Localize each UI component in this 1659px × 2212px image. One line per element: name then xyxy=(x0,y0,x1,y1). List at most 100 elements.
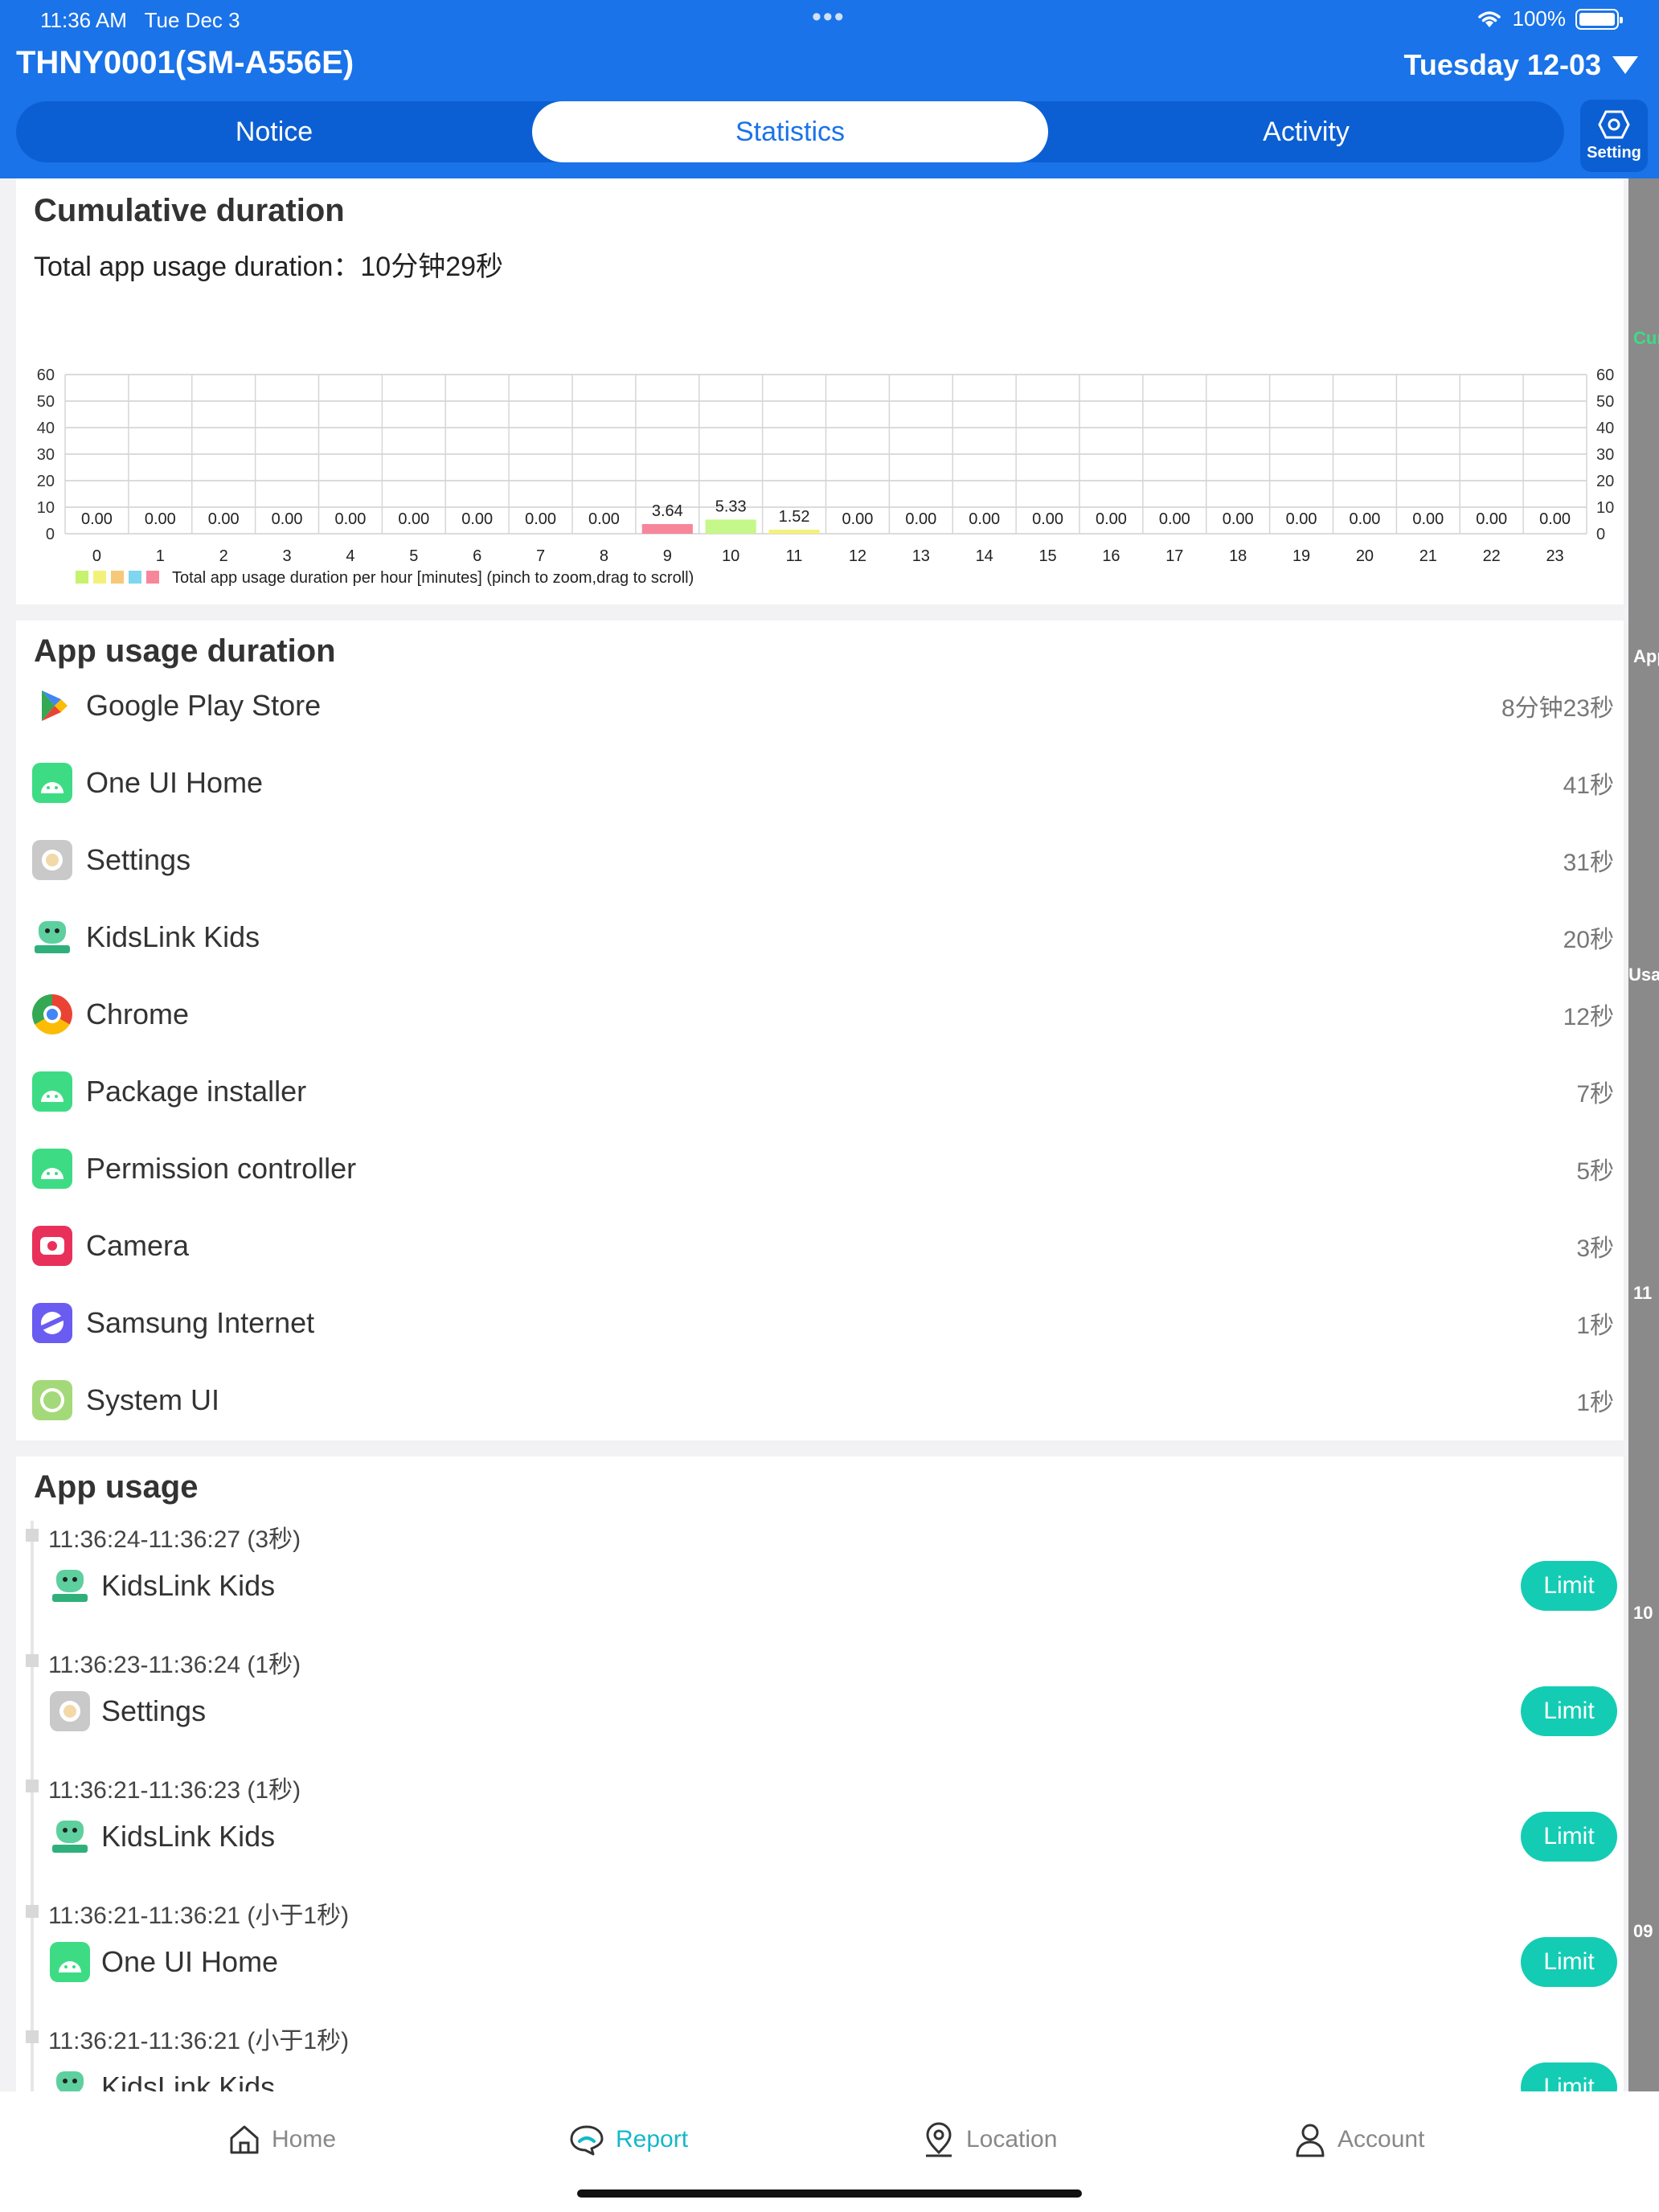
usage-app-name: Settings xyxy=(101,1694,207,1727)
chart-bar xyxy=(641,523,693,534)
bar-value-label: 0.00 xyxy=(1286,510,1317,528)
app-duration-row[interactable]: Chrome 12秒 xyxy=(16,976,1624,1053)
limit-button[interactable]: Limit xyxy=(1521,1937,1617,1987)
y-tick-label-right: 50 xyxy=(1596,393,1614,411)
total-usage-label: Total app usage duration： xyxy=(34,252,361,282)
app-duration: 8分钟23秒 xyxy=(1501,695,1614,722)
timeline-dot xyxy=(26,2030,39,2043)
usage-app-name: KidsLink Kids xyxy=(101,1569,276,1602)
x-tick-label: 1 xyxy=(156,547,165,565)
tab-statistics[interactable]: Statistics xyxy=(532,101,1048,162)
limit-button[interactable]: Limit xyxy=(1521,1561,1617,1611)
app-name: One UI Home xyxy=(86,766,264,799)
app-duration-row[interactable]: One UI Home 41秒 xyxy=(16,744,1624,821)
x-tick-label: 17 xyxy=(1165,547,1183,565)
usage-time-range: 11:36:21-11:36:21 (小于1秒) xyxy=(48,1903,350,1929)
device-title[interactable]: THNY0001(SM-A556E) xyxy=(16,45,354,81)
limit-button[interactable]: Limit xyxy=(1521,1686,1617,1736)
side-scroll-strip[interactable]: Cum App Usag 11 10 09 xyxy=(1628,178,1659,2091)
app-duration-row[interactable]: Permission controller 5秒 xyxy=(16,1130,1624,1207)
kidslink-icon xyxy=(32,917,72,957)
app-duration-row[interactable]: Camera 3秒 xyxy=(16,1207,1624,1284)
bottom-navigation: Home Report Location Account xyxy=(0,2091,1659,2212)
usage-app-name: One UI Home xyxy=(101,1945,279,1978)
nav-account[interactable]: Account xyxy=(1294,2116,1424,2164)
bar-value-label: 0.00 xyxy=(81,510,113,528)
bar-value-label: 0.00 xyxy=(1349,510,1380,528)
y-tick-label-left: 50 xyxy=(37,393,55,411)
nav-location-label: Location xyxy=(966,2126,1058,2153)
legend-swatch xyxy=(76,571,88,584)
app-duration: 1秒 xyxy=(1576,1313,1614,1339)
bar-value-label: 0.00 xyxy=(1223,510,1254,528)
y-tick-label-right: 30 xyxy=(1596,446,1614,464)
account-icon xyxy=(1296,2124,1325,2157)
nav-report-label: Report xyxy=(616,2126,689,2153)
bar-value-label: 0.00 xyxy=(334,510,366,528)
chart-bar xyxy=(705,519,756,534)
battery-percent: 100% xyxy=(1512,6,1567,31)
legend-text: Total app usage duration per hour [minut… xyxy=(172,569,694,587)
strip-label: 10 xyxy=(1633,1603,1653,1623)
limit-button[interactable]: Limit xyxy=(1521,1812,1617,1862)
x-tick-label: 19 xyxy=(1292,547,1310,565)
bar-value-label: 0.00 xyxy=(208,510,240,528)
status-indicators: 100% xyxy=(1476,6,1623,31)
nav-home[interactable]: Home xyxy=(228,2116,336,2164)
app-duration: 3秒 xyxy=(1576,1235,1614,1262)
bar-value-label: 0.00 xyxy=(588,510,620,528)
app-duration-row[interactable]: System UI 1秒 xyxy=(16,1362,1624,1439)
app-duration-row[interactable]: Package installer 7秒 xyxy=(16,1053,1624,1130)
app-duration-row[interactable]: Google Play Store 8分钟23秒 xyxy=(16,667,1624,744)
x-tick-label: 20 xyxy=(1356,547,1374,565)
app-usage-card: App usage 11:36:24-11:36:27 (3秒) KidsLink… xyxy=(16,1456,1624,2091)
y-tick-label-left: 60 xyxy=(37,367,55,384)
x-tick-label: 11 xyxy=(786,547,803,565)
timeline-line xyxy=(31,1521,34,2091)
app-duration-row[interactable]: KidsLink Kids 20秒 xyxy=(16,899,1624,976)
multitask-dots-icon[interactable]: ••• xyxy=(812,2,846,33)
status-bar: 11:36 AM Tue Dec 3 ••• 100% xyxy=(0,0,1659,40)
timeline-dot xyxy=(26,1529,39,1542)
timeline-dot xyxy=(26,1780,39,1792)
camera-icon xyxy=(32,1226,72,1266)
timeline-dot xyxy=(26,1905,39,1918)
samsung-internet-icon xyxy=(32,1303,72,1343)
cumulative-duration-card: Cumulative duration Total app usage dura… xyxy=(16,178,1624,604)
usage-time-range: 11:36:23-11:36:24 (1秒) xyxy=(48,1652,301,1678)
bar-value-label: 0.00 xyxy=(145,510,176,528)
bar-value-label: 0.00 xyxy=(1159,510,1190,528)
app-name: Chrome xyxy=(86,997,190,1030)
strip-label: 11 xyxy=(1633,1283,1653,1303)
x-tick-label: 9 xyxy=(663,547,672,565)
nav-location[interactable]: Location xyxy=(923,2116,1057,2164)
chevron-down-icon xyxy=(1612,56,1638,74)
app-duration-row[interactable]: Settings 31秒 xyxy=(16,821,1624,899)
status-date: Tue Dec 3 xyxy=(144,8,240,32)
section-title: Cumulative duration xyxy=(34,193,345,228)
settings-icon xyxy=(32,840,72,880)
section-title: App usage duration xyxy=(34,633,336,669)
kidslink-icon xyxy=(50,1817,90,1857)
x-tick-label: 23 xyxy=(1546,547,1563,565)
tab-notice[interactable]: Notice xyxy=(16,101,532,162)
usage-app-name: KidsLink Kids xyxy=(101,1820,276,1853)
section-title: App usage xyxy=(34,1469,199,1505)
legend-swatch xyxy=(93,571,106,584)
date-selector[interactable]: Tuesday 12-03 xyxy=(1404,48,1638,82)
x-tick-label: 2 xyxy=(219,547,228,565)
bar-value-label: 0.00 xyxy=(461,510,493,528)
home-icon xyxy=(230,2125,259,2154)
legend-swatch xyxy=(146,571,159,584)
play-store-icon xyxy=(32,686,72,726)
tab-activity[interactable]: Activity xyxy=(1048,101,1564,162)
x-tick-label: 12 xyxy=(849,547,866,565)
app-duration-row[interactable]: Samsung Internet 1秒 xyxy=(16,1284,1624,1362)
setting-button[interactable]: Setting xyxy=(1580,100,1648,172)
nav-report[interactable]: Report xyxy=(569,2116,688,2164)
home-indicator[interactable] xyxy=(577,2189,1082,2198)
nav-account-label: Account xyxy=(1337,2126,1425,2153)
limit-button[interactable]: Limit xyxy=(1521,2062,1617,2091)
hourly-usage-chart[interactable]: 0 0 10 10 20 20 30 30 40 40 50 50 60 60 0.00 0 0.00 1 0.00… xyxy=(16,296,1624,604)
chart-bar xyxy=(768,529,820,534)
